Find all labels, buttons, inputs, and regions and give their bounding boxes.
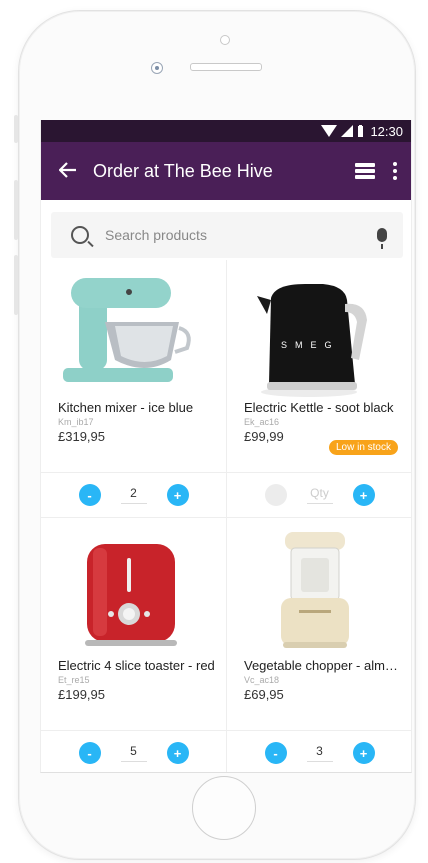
phone-volume-down	[14, 255, 18, 315]
quantity-stepper: - 3 +	[227, 730, 411, 772]
decrement-button[interactable]: -	[264, 484, 287, 506]
list-view-icon[interactable]	[355, 163, 375, 179]
product-name: Kitchen mixer - ice blue	[58, 400, 194, 415]
product-price: £199,95	[58, 687, 105, 702]
wifi-icon	[321, 125, 338, 137]
search-bar[interactable]: Search products	[51, 212, 403, 258]
home-button[interactable]	[192, 776, 256, 840]
phone-mute-switch	[14, 115, 18, 143]
product-card[interactable]: SMEG Electric Kettle - soot black Ek_ac1…	[226, 260, 411, 518]
decrement-button[interactable]: -	[78, 742, 101, 764]
app-bar: Order at The Bee Hive	[41, 142, 411, 200]
more-options-icon[interactable]	[393, 162, 397, 180]
product-sku: Vc_ac18	[244, 675, 280, 685]
product-price: £69,95	[244, 687, 284, 702]
product-row: Electric 4 slice toaster - red Et_re15 £…	[41, 518, 411, 772]
product-row: Kitchen mixer - ice blue Km_ib17 £319,95…	[41, 260, 411, 518]
back-arrow-icon[interactable]	[58, 158, 93, 184]
signal-icon	[341, 125, 354, 137]
phone-speaker	[190, 63, 262, 71]
microphone-icon[interactable]	[377, 228, 387, 249]
product-name: Electric Kettle - soot black	[244, 400, 394, 415]
quantity-stepper: - Qty +	[227, 472, 411, 518]
decrement-button[interactable]: -	[78, 484, 101, 506]
product-info: Electric Kettle - soot black Ek_ac16 £99…	[227, 400, 411, 472]
product-card[interactable]: Vegetable chopper - alm… Vc_ac18 £69,95 …	[226, 518, 411, 772]
product-card[interactable]: Electric 4 slice toaster - red Et_re15 £…	[41, 518, 226, 772]
quantity-stepper: - 2 +	[41, 472, 226, 518]
kitchen-mixer-image	[63, 278, 191, 382]
phone-volume-up	[14, 180, 18, 240]
product-image: SMEG	[227, 260, 411, 400]
product-sku: Ek_ac16	[244, 417, 280, 427]
front-camera	[151, 62, 163, 74]
quantity-value[interactable]: 2	[120, 486, 147, 504]
decrement-button[interactable]: -	[264, 742, 287, 764]
low-stock-badge: Low in stock	[328, 440, 398, 455]
increment-button[interactable]: +	[166, 742, 189, 764]
product-image	[227, 518, 411, 658]
product-price: £319,95	[58, 429, 105, 444]
product-info: Electric 4 slice toaster - red Et_re15 £…	[41, 658, 226, 730]
app-screen: 12:30 Order at The Bee Hive Search produ…	[40, 120, 412, 773]
toaster-image	[85, 544, 177, 646]
product-image	[41, 518, 226, 658]
product-image	[41, 260, 226, 400]
vegetable-chopper-image	[281, 532, 349, 648]
electric-kettle-image: SMEG	[257, 284, 367, 397]
product-info: Vegetable chopper - alm… Vc_ac18 £69,95	[227, 658, 411, 730]
increment-button[interactable]: +	[352, 742, 375, 764]
increment-button[interactable]: +	[352, 484, 375, 506]
increment-button[interactable]: +	[166, 484, 189, 506]
status-time: 12:30	[370, 123, 403, 139]
status-bar: 12:30	[41, 120, 411, 142]
phone-sensor	[220, 35, 230, 45]
product-grid: Kitchen mixer - ice blue Km_ib17 £319,95…	[41, 260, 411, 772]
product-name: Electric 4 slice toaster - red	[58, 658, 215, 673]
search-input[interactable]: Search products	[105, 227, 377, 243]
battery-icon	[358, 125, 364, 137]
product-info: Kitchen mixer - ice blue Km_ib17 £319,95	[41, 400, 226, 472]
product-name: Vegetable chopper - alm…	[244, 658, 398, 673]
search-icon	[71, 226, 89, 244]
quantity-value[interactable]: 5	[120, 744, 147, 762]
product-sku: Km_ib17	[58, 417, 94, 427]
quantity-stepper: - 5 +	[41, 730, 226, 772]
quantity-input[interactable]: Qty	[306, 486, 333, 504]
page-title: Order at The Bee Hive	[93, 160, 273, 181]
product-card[interactable]: Kitchen mixer - ice blue Km_ib17 £319,95…	[41, 260, 226, 518]
svg-text:SMEG: SMEG	[281, 340, 340, 350]
quantity-value[interactable]: 3	[306, 744, 333, 762]
product-sku: Et_re15	[58, 675, 90, 685]
